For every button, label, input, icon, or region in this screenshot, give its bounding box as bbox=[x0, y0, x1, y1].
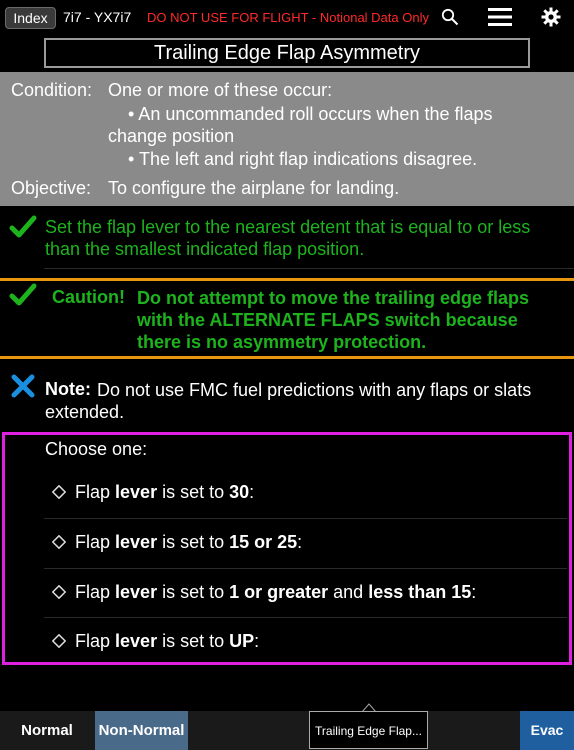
tab-evac[interactable]: Evac bbox=[520, 711, 574, 750]
tab-normal[interactable]: Normal bbox=[0, 711, 94, 750]
condition-block: Condition: One or more of these occur: •… bbox=[0, 72, 574, 206]
condition-label: Condition: bbox=[11, 80, 93, 100]
divider bbox=[44, 268, 574, 269]
condition-text: One or more of these occur: bbox=[108, 80, 333, 100]
option-flap-30[interactable]: Flap lever is set to 30: bbox=[44, 469, 567, 518]
diamond-icon bbox=[52, 485, 66, 499]
search-icon[interactable] bbox=[441, 8, 459, 26]
option-label: Flap lever is set to 15 or 25: bbox=[75, 532, 303, 552]
step-set-flap-lever: Set the flap lever to the nearest detent… bbox=[45, 217, 531, 259]
x-icon[interactable] bbox=[10, 373, 36, 399]
option-flap-15-or-25[interactable]: Flap lever is set to 15 or 25: bbox=[44, 519, 567, 568]
index-button[interactable]: Index bbox=[5, 7, 56, 29]
caution-bottom-border bbox=[0, 356, 574, 359]
condition-bullet-1: • An uncommanded roll occurs when the fl… bbox=[108, 104, 493, 146]
objective-label: Objective: bbox=[11, 178, 92, 198]
note-text: Do not use FMC fuel predictions with any… bbox=[45, 380, 532, 422]
option-label: Flap lever is set to 30: bbox=[75, 482, 255, 502]
option-flap-up[interactable]: Flap lever is set to UP: bbox=[44, 618, 567, 667]
bottom-tab-bar: Normal Non-Normal Trailing Edge Flap... … bbox=[0, 711, 574, 750]
choose-one-label: Choose one: bbox=[45, 439, 148, 459]
notional-warning: DO NOT USE FOR FLIGHT - Notional Data On… bbox=[147, 10, 429, 25]
note-label: Note: bbox=[45, 379, 91, 399]
checklist-title: Trailing Edge Flap Asymmetry bbox=[44, 38, 530, 68]
diamond-icon bbox=[52, 634, 66, 648]
gear-icon[interactable] bbox=[541, 7, 561, 27]
condition-bullet-2: • The left and right flap indications di… bbox=[128, 149, 478, 169]
menu-icon[interactable] bbox=[488, 8, 512, 26]
top-bar: Index 7i7 - YX7i7 DO NOT USE FOR FLIGHT … bbox=[0, 0, 574, 36]
check-icon[interactable] bbox=[9, 283, 37, 307]
diamond-icon bbox=[52, 535, 66, 549]
option-label: Flap lever is set to 1 or greater and le… bbox=[75, 582, 477, 602]
diamond-icon bbox=[52, 585, 66, 599]
caution-label: Caution! bbox=[52, 287, 125, 307]
option-label: Flap lever is set to UP: bbox=[75, 631, 260, 651]
caution-text: Do not attempt to move the trailing edge… bbox=[137, 288, 530, 352]
check-icon[interactable] bbox=[9, 215, 37, 239]
option-flap-1-to-15[interactable]: Flap lever is set to 1 or greater and le… bbox=[44, 569, 567, 618]
caution-top-border bbox=[0, 278, 574, 281]
tab-current-checklist[interactable]: Trailing Edge Flap... bbox=[309, 711, 428, 749]
tab-non-normal[interactable]: Non-Normal bbox=[95, 711, 188, 750]
tail-number: 7i7 - YX7i7 bbox=[63, 9, 132, 25]
objective-text: To configure the airplane for landing. bbox=[108, 178, 400, 198]
